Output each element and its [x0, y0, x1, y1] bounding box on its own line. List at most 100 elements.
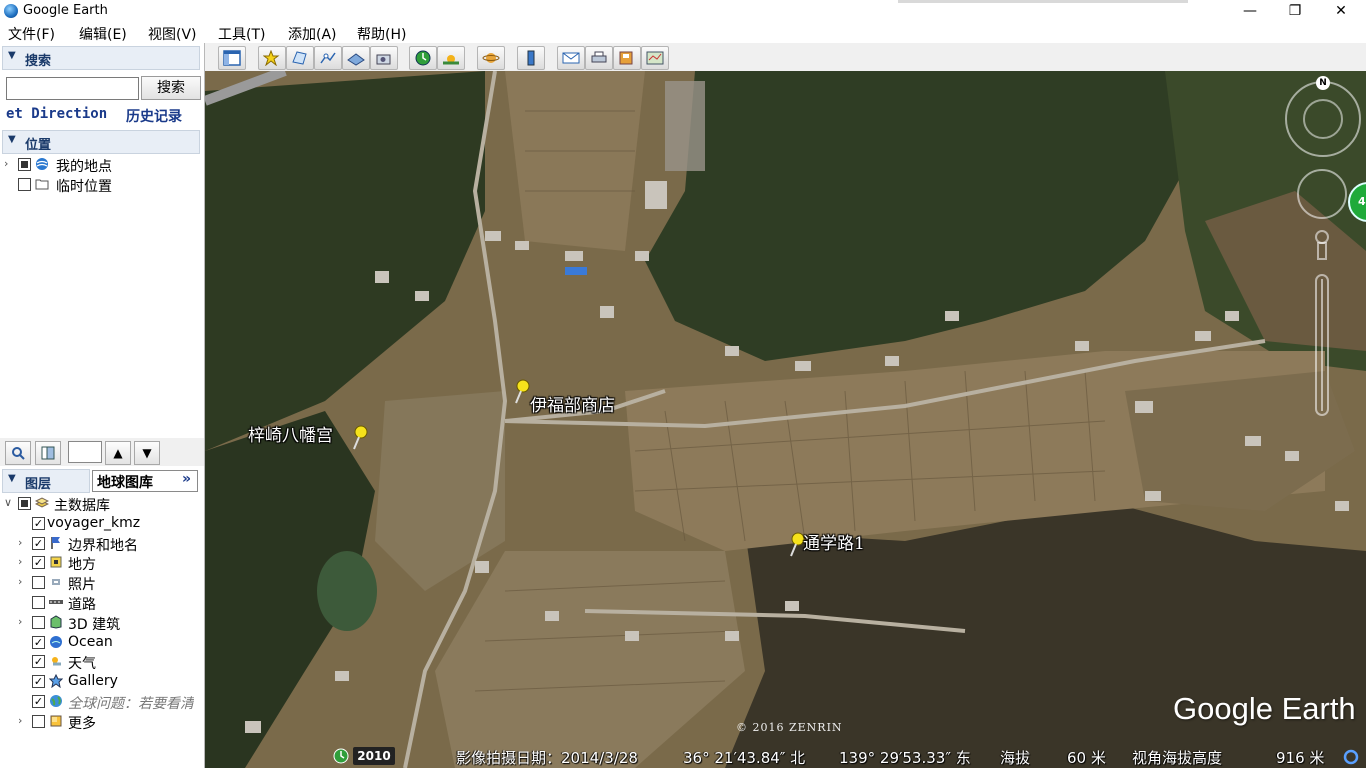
add-path-button[interactable]: [314, 46, 342, 70]
panel-icon: [41, 446, 55, 460]
move-down-button[interactable]: ▼: [134, 441, 160, 465]
layer-checkbox[interactable]: ✓: [32, 536, 45, 550]
layer-checkbox[interactable]: [32, 615, 45, 629]
layer-item[interactable]: › 3D 建筑: [4, 613, 200, 633]
menu-view[interactable]: 视图(V): [148, 24, 197, 44]
checkbox[interactable]: [18, 178, 31, 191]
imagery-year-badge[interactable]: 2010: [353, 747, 395, 765]
layer-checkbox[interactable]: [18, 497, 31, 510]
expand-arrow-icon[interactable]: ›: [18, 555, 22, 568]
layer-item[interactable]: › 照片: [4, 573, 200, 593]
places-item-temporary[interactable]: 临时位置: [4, 175, 200, 195]
sun-icon: [443, 55, 459, 65]
earth-map-view[interactable]: 伊福部商店 梓崎八幡宫 通学路1 N 43 Google Earth © 201…: [205, 71, 1366, 768]
search-button[interactable]: 搜索: [141, 76, 201, 100]
layer-label: 天气: [68, 656, 96, 673]
building-icon: [50, 615, 62, 629]
layers-header-label: 图层: [25, 477, 52, 492]
planets-button[interactable]: [477, 46, 505, 70]
places-item-label: 临时位置: [56, 179, 112, 195]
layer-checkbox[interactable]: ✓: [32, 655, 45, 669]
placemark-hachimangu[interactable]: 梓崎八幡宫: [248, 425, 370, 455]
historical-clock-icon[interactable]: [333, 748, 349, 764]
search-input[interactable]: [6, 77, 139, 100]
layer-item[interactable]: ∨ 主数据库: [4, 494, 200, 514]
print-button[interactable]: [585, 46, 613, 70]
layer-item[interactable]: ✓ 天气: [4, 652, 200, 672]
layer-item[interactable]: › ✓ 边界和地名: [4, 534, 200, 554]
places-section-header[interactable]: ▼ 位置: [2, 130, 200, 154]
minimize-button[interactable]: —: [1227, 0, 1273, 22]
toggle-panel-button[interactable]: [35, 441, 61, 465]
opacity-box[interactable]: [68, 441, 102, 463]
ruler-button[interactable]: [517, 46, 545, 70]
record-tour-button[interactable]: [370, 46, 398, 70]
layer-item[interactable]: ✓ Ocean: [4, 633, 200, 653]
get-directions-link[interactable]: et Direction: [6, 106, 107, 122]
layer-item[interactable]: 道路: [4, 593, 200, 613]
close-button[interactable]: ✕: [1318, 0, 1364, 22]
layer-checkbox[interactable]: ✓: [32, 695, 45, 708]
layer-item[interactable]: › 更多: [4, 712, 200, 732]
save-image-button[interactable]: [613, 46, 641, 70]
email-button[interactable]: [557, 46, 585, 70]
move-joystick[interactable]: [1297, 169, 1347, 219]
maximize-button[interactable]: ❐: [1272, 0, 1318, 22]
layer-item[interactable]: ✓ 全球问题：若要看清: [4, 692, 200, 712]
expand-arrow-icon[interactable]: ›: [18, 714, 22, 727]
expand-arrow-icon[interactable]: ∨: [4, 496, 12, 509]
path-icon: [320, 52, 336, 64]
layers-section-header[interactable]: ▼ 图层: [2, 469, 90, 493]
search-section-header[interactable]: ▼ 搜索: [2, 46, 200, 70]
longitude-readout: 139° 29′53.33″ 东: [839, 749, 971, 767]
menu-add[interactable]: 添加(A): [288, 24, 337, 44]
layer-label: voyager_kmz: [47, 514, 141, 531]
layer-checkbox[interactable]: [32, 596, 45, 609]
menu-tools[interactable]: 工具(T): [218, 24, 265, 44]
sunlight-button[interactable]: [437, 46, 465, 70]
add-placemark-button[interactable]: [258, 46, 286, 70]
layer-label: 全球问题：若要看清: [68, 696, 194, 712]
places-header-label: 位置: [25, 138, 52, 153]
layer-checkbox[interactable]: ✓: [32, 556, 45, 570]
north-indicator-icon[interactable]: N: [1316, 76, 1330, 90]
folder-icon: [35, 179, 49, 190]
zoom-slider[interactable]: [1313, 229, 1331, 419]
placemark-school-road[interactable]: 通学路1: [785, 532, 865, 562]
layer-checkbox[interactable]: [32, 576, 45, 590]
expand-arrow-icon[interactable]: ›: [18, 615, 22, 628]
places-item-my-places[interactable]: › 我的地点: [4, 155, 200, 175]
placemark-ifukube-store[interactable]: 伊福部商店: [510, 379, 615, 416]
layer-item[interactable]: › ✓ 地方: [4, 553, 200, 573]
globe-icon: [36, 158, 48, 170]
polygon-icon: [292, 51, 307, 65]
search-places-button[interactable]: [5, 441, 31, 465]
checkbox[interactable]: [18, 158, 31, 171]
look-ring[interactable]: [1303, 99, 1343, 139]
sidebar-toggle-button[interactable]: [218, 46, 246, 70]
gallery-star-icon: [49, 674, 63, 689]
layer-label: 边界和地名: [68, 537, 138, 554]
menu-help[interactable]: 帮助(H): [357, 24, 406, 44]
move-up-button[interactable]: ▲: [105, 441, 131, 465]
title-bar: Google Earth — ❐ ✕: [0, 0, 1366, 22]
menu-edit[interactable]: 编辑(E): [79, 24, 127, 44]
view-in-maps-button[interactable]: [641, 46, 669, 70]
expand-arrow-icon[interactable]: ›: [18, 536, 22, 549]
layer-checkbox[interactable]: ✓: [32, 635, 45, 649]
expand-arrow-icon[interactable]: ›: [18, 575, 22, 588]
add-image-overlay-button[interactable]: [342, 46, 370, 70]
history-link[interactable]: 历史记录: [126, 106, 182, 126]
historical-imagery-button[interactable]: [409, 46, 437, 70]
earth-gallery-tab[interactable]: 地球图库 »: [92, 470, 198, 492]
look-joystick[interactable]: N: [1285, 76, 1361, 157]
menu-file[interactable]: 文件(F): [8, 24, 55, 44]
layer-checkbox[interactable]: [32, 714, 45, 728]
add-polygon-button[interactable]: [286, 46, 314, 70]
expand-arrow-icon[interactable]: ›: [4, 157, 8, 170]
layer-label: 3D 建筑: [68, 616, 121, 633]
layer-item[interactable]: ✓ voyager_kmz: [4, 514, 200, 534]
layer-checkbox[interactable]: ✓: [32, 675, 45, 689]
layer-item[interactable]: ✓ Gallery: [4, 672, 200, 692]
layer-checkbox[interactable]: ✓: [32, 516, 45, 530]
